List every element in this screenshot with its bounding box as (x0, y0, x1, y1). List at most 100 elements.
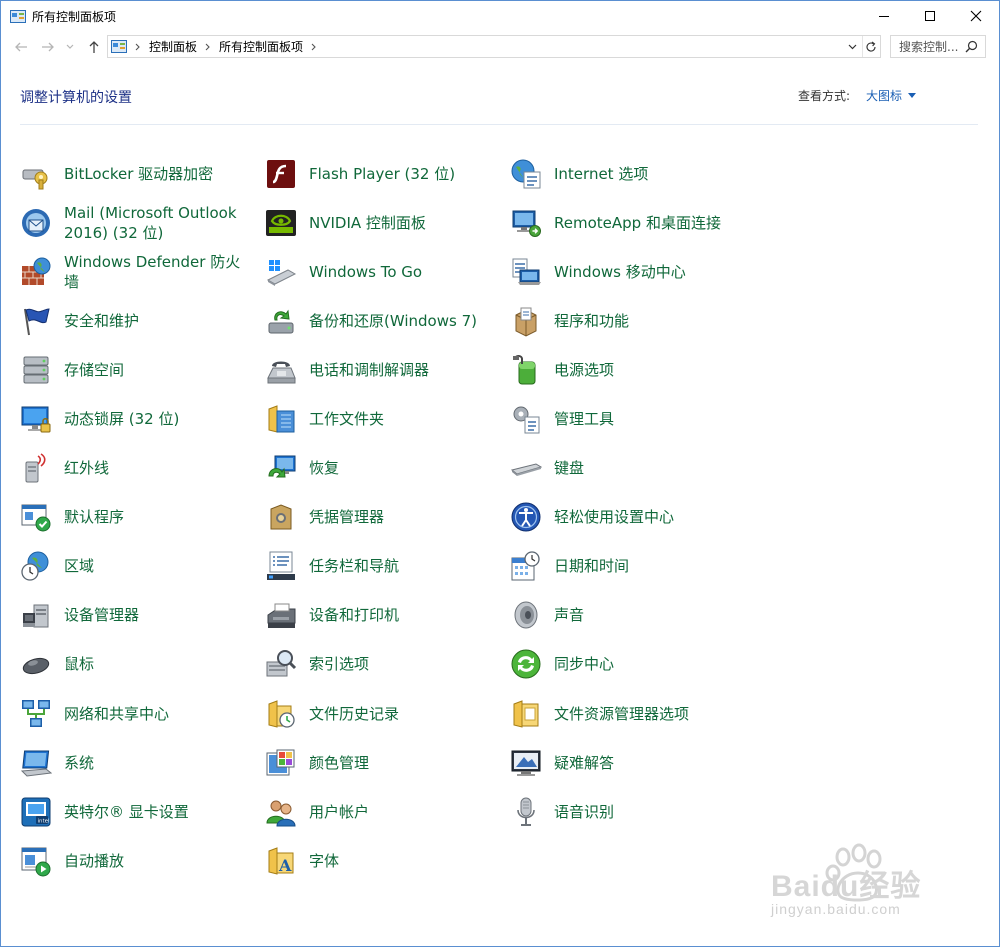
caret-down-icon (908, 93, 917, 98)
search-input[interactable] (891, 39, 963, 54)
address-bar[interactable]: 控制面板 所有控制面板项 (107, 35, 881, 58)
recent-locations-button[interactable] (63, 36, 77, 58)
item-internet-options[interactable]: Internet 选项 (509, 149, 754, 198)
item-windows-to-go[interactable]: Windows To Go (264, 247, 509, 296)
close-button[interactable] (953, 1, 999, 31)
item-admin-tools[interactable]: 管理工具 (509, 394, 754, 443)
item-bitlocker[interactable]: BitLocker 驱动器加密 (19, 149, 264, 198)
item-speech-recognition[interactable]: 语音识别 (509, 787, 754, 836)
item-autoplay[interactable]: 自动播放 (19, 836, 264, 885)
item-label: 颜色管理 (309, 753, 370, 772)
item-flash-player[interactable]: Flash Player (32 位) (264, 149, 509, 198)
firewall-icon (19, 255, 53, 289)
item-device-manager[interactable]: 设备管理器 (19, 591, 264, 640)
item-date-time[interactable]: 日期和时间 (509, 542, 754, 591)
title-bar[interactable]: 所有控制面板项 (1, 1, 999, 31)
breadcrumb-separator[interactable] (307, 43, 321, 51)
item-credential-manager[interactable]: 凭据管理器 (264, 493, 509, 542)
mail-icon (19, 206, 53, 240)
breadcrumb-all-items[interactable]: 所有控制面板项 (219, 38, 303, 55)
item-mobility-center[interactable]: Windows 移动中心 (509, 247, 754, 296)
item-storage-spaces[interactable]: 存储空间 (19, 345, 264, 394)
item-label: RemoteApp 和桌面连接 (554, 213, 721, 232)
item-ease-of-access[interactable]: 轻松使用设置中心 (509, 493, 754, 542)
item-sound[interactable]: 声音 (509, 591, 754, 640)
item-label: 文件资源管理器选项 (554, 704, 690, 723)
item-phone-modem[interactable]: 电话和调制解调器 (264, 345, 509, 394)
item-indexing-options[interactable]: 索引选项 (264, 640, 509, 689)
remoteapp-icon (509, 206, 543, 240)
item-power-options[interactable]: 电源选项 (509, 345, 754, 394)
window-title: 所有控制面板项 (32, 9, 117, 24)
item-label: 任务栏和导航 (309, 557, 400, 576)
fonts-icon: A (264, 844, 298, 878)
item-label: 轻松使用设置中心 (554, 508, 675, 527)
indexing-icon (264, 647, 298, 681)
item-backup-restore[interactable]: 备份和还原(Windows 7) (264, 296, 509, 345)
address-dropdown-button[interactable] (844, 36, 860, 57)
search-icon[interactable] (963, 39, 979, 55)
windows-to-go-icon (264, 255, 298, 289)
item-label: 鼠标 (64, 655, 95, 674)
item-troubleshooting[interactable]: 疑难解答 (509, 738, 754, 787)
up-button[interactable] (83, 36, 105, 58)
item-label: 日期和时间 (554, 557, 630, 576)
minimize-button[interactable] (861, 1, 907, 31)
forward-button[interactable] (37, 36, 59, 58)
item-label: Windows To Go (309, 262, 423, 281)
item-sync-center[interactable]: 同步中心 (509, 640, 754, 689)
item-dynamic-lock[interactable]: 动态锁屏 (32 位) (19, 394, 264, 443)
chevron-down-icon (66, 44, 74, 49)
item-user-accounts[interactable]: 用户帐户 (264, 787, 509, 836)
view-by-dropdown[interactable]: 大图标 (866, 87, 917, 104)
item-keyboard[interactable]: 键盘 (509, 444, 754, 493)
breadcrumb-control-panel[interactable]: 控制面板 (149, 38, 197, 55)
refresh-button[interactable] (862, 36, 878, 57)
sound-icon (509, 598, 543, 632)
item-label: 字体 (309, 851, 340, 870)
maximize-button[interactable] (907, 1, 953, 31)
item-label: 程序和功能 (554, 311, 630, 330)
color-management-icon (264, 746, 298, 780)
item-firewall[interactable]: Windows Defender 防火墙 (19, 247, 264, 296)
credential-manager-icon (264, 500, 298, 534)
window-controls (861, 1, 999, 31)
item-file-history[interactable]: 文件历史记录 (264, 689, 509, 738)
item-nvidia[interactable]: NVIDIA 控制面板 (264, 198, 509, 247)
item-devices-printers[interactable]: 设备和打印机 (264, 591, 509, 640)
item-remoteapp[interactable]: RemoteApp 和桌面连接 (509, 198, 754, 247)
control-panel-icon (10, 9, 26, 23)
item-explorer-options[interactable]: 文件资源管理器选项 (509, 689, 754, 738)
search-box[interactable] (890, 35, 986, 58)
close-icon (970, 10, 982, 22)
item-label: 存储空间 (64, 360, 125, 379)
item-network-sharing[interactable]: 网络和共享中心 (19, 689, 264, 738)
item-work-folders[interactable]: 工作文件夹 (264, 394, 509, 443)
item-mail[interactable]: Mail (Microsoft Outlook 2016) (32 位) (19, 198, 264, 247)
item-fonts[interactable]: A 字体 (264, 836, 509, 885)
breadcrumb-separator[interactable] (131, 43, 145, 51)
item-label: 用户帐户 (309, 802, 370, 821)
power-options-icon (509, 353, 543, 387)
item-intel-graphics[interactable]: intel 英特尔® 显卡设置 (19, 787, 264, 836)
work-folders-icon (264, 402, 298, 436)
item-programs-features[interactable]: 程序和功能 (509, 296, 754, 345)
breadcrumb-separator[interactable] (201, 43, 215, 51)
item-label: 设备管理器 (64, 606, 140, 625)
item-label: 疑难解答 (554, 753, 615, 772)
item-system[interactable]: 系统 (19, 738, 264, 787)
item-color-management[interactable]: 颜色管理 (264, 738, 509, 787)
item-label: 声音 (554, 606, 585, 625)
item-region[interactable]: 区域 (19, 542, 264, 591)
item-taskbar-navigation[interactable]: 任务栏和导航 (264, 542, 509, 591)
watermark-url: jingyan.baidu.com (771, 901, 901, 917)
item-recovery[interactable]: 恢复 (264, 444, 509, 493)
item-infrared[interactable]: 红外线 (19, 444, 264, 493)
internet-options-icon (509, 157, 543, 191)
arrow-right-icon (42, 42, 54, 52)
back-button[interactable] (10, 36, 32, 58)
item-mouse[interactable]: 鼠标 (19, 640, 264, 689)
flash-player-icon (264, 157, 298, 191)
item-security-maintenance[interactable]: 安全和维护 (19, 296, 264, 345)
item-default-programs[interactable]: 默认程序 (19, 493, 264, 542)
